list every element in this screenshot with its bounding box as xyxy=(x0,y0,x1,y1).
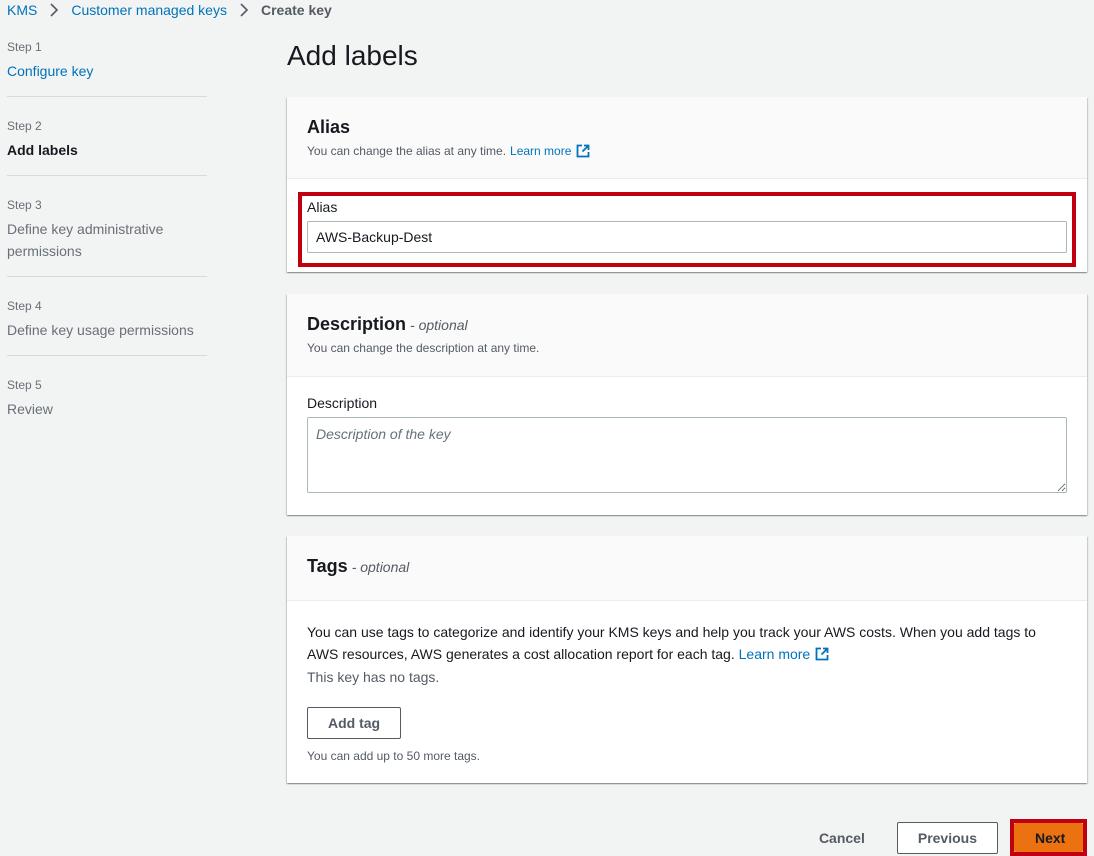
chevron-right-icon xyxy=(233,0,255,20)
step-1: Step 1 Configure key xyxy=(7,40,207,97)
step-4: Step 4 Define key usage permissions xyxy=(7,299,207,356)
wizard-steps: Step 1 Configure key Step 2 Add labels S… xyxy=(7,40,207,456)
next-button[interactable]: Next xyxy=(1014,823,1083,852)
tags-body-text: You can use tags to categorize and ident… xyxy=(307,624,1036,662)
add-tag-button[interactable]: Add tag xyxy=(307,707,402,739)
external-link-icon xyxy=(577,144,590,158)
breadcrumb-current: Create key xyxy=(260,2,332,18)
step-title-add-labels: Add labels xyxy=(7,142,78,158)
alias-panel-header: Alias You can change the alias at any ti… xyxy=(287,97,1087,179)
step-number: Step 1 xyxy=(7,40,42,54)
step-number: Step 5 xyxy=(7,378,42,392)
cancel-button[interactable]: Cancel xyxy=(807,822,877,854)
no-tags-text: This key has no tags. xyxy=(307,669,440,685)
alias-panel-description: You can change the alias at any time. Le… xyxy=(307,144,1067,158)
tags-info-text: You can use tags to categorize and ident… xyxy=(307,621,1067,665)
next-highlight-box: Next xyxy=(1010,819,1087,856)
tags-panel-title: Tags xyxy=(307,556,348,576)
alias-field-label: Alias xyxy=(307,199,338,215)
alias-panel-body: Alias xyxy=(287,179,1087,273)
tags-panel: Tags - optional You can use tags to categ… xyxy=(287,536,1087,783)
step-2: Step 2 Add labels xyxy=(7,119,207,176)
description-panel-body: Description xyxy=(287,377,1087,518)
description-panel: Description - optional You can change the… xyxy=(287,294,1087,515)
description-textarea[interactable] xyxy=(307,417,1067,493)
step-5: Step 5 Review xyxy=(7,378,207,434)
alias-input[interactable] xyxy=(307,221,1067,253)
step-title-usage-permissions: Define key usage permissions xyxy=(7,322,194,338)
description-panel-description: You can change the description at any ti… xyxy=(307,341,540,355)
description-field-label: Description xyxy=(307,395,378,411)
page-title: Add labels xyxy=(287,40,418,71)
alias-description-text: You can change the alias at any time. xyxy=(307,144,507,158)
tags-learn-more-link[interactable]: Learn more xyxy=(739,643,830,665)
learn-more-label: Learn more xyxy=(510,144,572,158)
description-panel-title: Description xyxy=(307,314,407,334)
step-number: Step 3 xyxy=(7,198,42,212)
previous-button[interactable]: Previous xyxy=(896,821,998,854)
wizard-footer: Cancel Previous Next xyxy=(807,819,1087,856)
breadcrumb-customer-managed-keys[interactable]: Customer managed keys xyxy=(71,2,227,18)
step-3: Step 3 Define key administrative permiss… xyxy=(7,198,207,277)
tags-panel-header: Tags - optional xyxy=(287,536,1087,601)
description-panel-header: Description - optional You can change the… xyxy=(287,294,1087,377)
alias-panel-title: Alias xyxy=(307,117,351,137)
optional-label: - optional xyxy=(351,559,410,575)
alias-panel: Alias You can change the alias at any ti… xyxy=(287,97,1087,272)
alias-learn-more-link[interactable]: Learn more xyxy=(510,144,590,158)
chevron-right-icon xyxy=(43,0,65,20)
step-link-configure-key[interactable]: Configure key xyxy=(7,63,93,79)
learn-more-label: Learn more xyxy=(738,646,811,662)
step-number: Step 2 xyxy=(7,119,42,133)
breadcrumb: KMS Customer managed keys Create key xyxy=(7,0,332,20)
step-number: Step 4 xyxy=(7,299,42,313)
breadcrumb-kms[interactable]: KMS xyxy=(7,2,37,18)
external-link-icon xyxy=(815,647,829,661)
tags-panel-body: You can use tags to categorize and ident… xyxy=(287,601,1087,783)
optional-label: - optional xyxy=(410,317,468,333)
step-title-review: Review xyxy=(7,401,53,417)
step-title-admin-permissions: Define key administrative permissions xyxy=(7,221,164,259)
tags-limit-hint: You can add up to 50 more tags. xyxy=(307,749,481,763)
